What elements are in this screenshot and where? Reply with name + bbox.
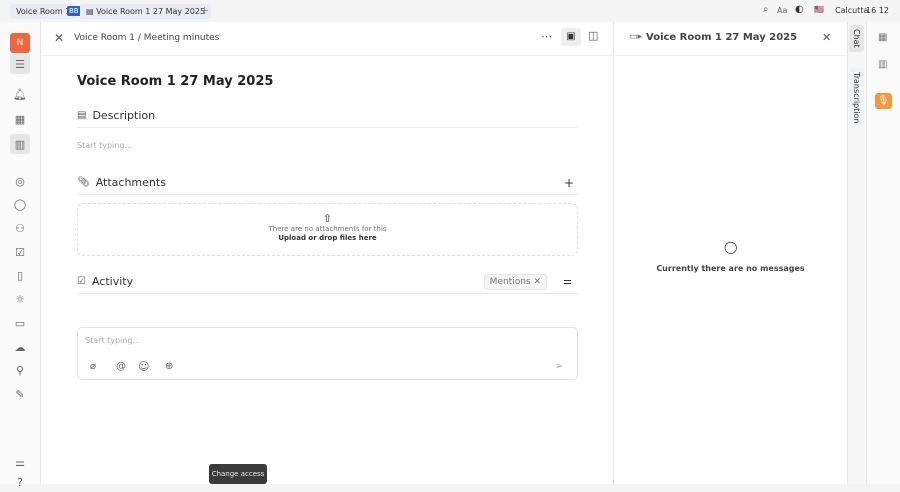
user-badge: BB — [63, 6, 81, 16]
description-input[interactable]: Start typing... — [77, 141, 132, 150]
add-attachment-button[interactable]: + — [564, 176, 574, 190]
vertical-tabs: Chat Transcription — [847, 22, 866, 484]
person-icon[interactable]: ◎ — [10, 171, 30, 191]
filter-label: Mentions — [489, 276, 531, 287]
tab-transcription[interactable]: Transcription — [849, 68, 864, 128]
section-label: Description — [92, 109, 156, 122]
mention-icon[interactable]: @ — [116, 361, 126, 372]
tab-label: Voice Room 1 27 May 2025 — [96, 7, 206, 16]
help-icon[interactable]: ? — [10, 472, 30, 492]
book-icon[interactable]: ▭ — [10, 313, 30, 333]
badge-text: BB — [67, 6, 81, 16]
document-icon[interactable]: ▯ — [10, 265, 30, 285]
description-icon: ▤ — [77, 110, 87, 121]
section-label: Attachments — [95, 176, 166, 189]
calendar-icon[interactable]: ▦ — [878, 32, 887, 43]
mentions-filter[interactable]: Mentions ✕ — [483, 273, 548, 290]
sun-icon[interactable]: ☼ — [10, 289, 30, 309]
video-icon: ▭▸ — [629, 32, 643, 42]
filter-settings-icon[interactable]: ⚌ — [563, 276, 572, 287]
layout-icon[interactable]: ▣ — [561, 28, 581, 46]
close-icon[interactable]: ✕ — [533, 277, 541, 287]
emoji-icon[interactable]: ☺ — [138, 360, 149, 373]
breadcrumb[interactable]: Voice Room 1 / Meeting minutes — [74, 33, 219, 43]
add-reaction-icon[interactable]: ⊕ — [165, 361, 173, 372]
sidebar: N ☰ 🔔︎ ▦ ▥ ◎ ◯ ⚇ ☑ ▯ ☼ ▭ ☁ ⚲ ✎ ⚌ ? — [0, 22, 41, 489]
tab-label: Chat — [852, 29, 861, 48]
clock: 16 12 — [866, 6, 889, 15]
tab-chat[interactable]: Chat — [849, 25, 864, 52]
contacts-icon[interactable]: ⚇ — [10, 218, 30, 238]
theme-toggle-icon[interactable]: ◐ — [795, 4, 804, 15]
upload-dropzone[interactable]: ⇧ There are no attachments for this Uplo… — [77, 203, 578, 256]
tree-icon[interactable]: ⚲ — [10, 360, 30, 380]
description-header: ▤ Description — [77, 104, 578, 128]
location-label[interactable]: Calcutta — [835, 6, 868, 15]
office-icon[interactable]: ▥ — [878, 59, 887, 70]
sidebar-toggle-icon[interactable]: ◫ — [588, 29, 598, 42]
more-icon[interactable]: ⋯ — [541, 30, 552, 43]
bell-icon[interactable]: 🔔︎ — [10, 84, 30, 104]
add-tab-button[interactable]: + — [200, 4, 209, 17]
chat-panel: ▭▸ Voice Room 1 27 May 2025 ✕ ◯ Currentl… — [614, 22, 847, 484]
tooltip: Change access — [209, 464, 267, 484]
empty-chat-text: Currently there are no messages — [656, 264, 805, 273]
tab-label: Transcription — [852, 72, 861, 124]
chat-title: Voice Room 1 27 May 2025 — [646, 32, 798, 43]
close-icon[interactable]: ✕ — [822, 31, 831, 44]
upload-link[interactable]: Upload or drop files here — [78, 234, 577, 242]
close-icon[interactable]: ✕ — [54, 31, 64, 45]
chat-bubble-icon: ◯ — [724, 240, 738, 254]
workspace-avatar[interactable]: N — [10, 33, 30, 53]
activity-header: ☑ Activity Mentions ✕ ⚌ — [77, 270, 578, 294]
comment-box[interactable]: Start typing... ⌀ @ ☺ ⊕ ➢ — [77, 327, 578, 380]
tab-document[interactable]: ▤ Voice Room 1 27 May 2025 — [80, 4, 212, 19]
activity-icon: ☑ — [77, 276, 86, 287]
section-label: Activity — [91, 275, 134, 288]
menu-icon[interactable]: ☰ — [10, 54, 30, 74]
font-size-button[interactable]: Aa — [777, 6, 787, 15]
cloud-icon[interactable]: ☁ — [10, 337, 30, 357]
tasks-icon[interactable]: ☑ — [10, 242, 30, 262]
document-panel: ✕ Voice Room 1 / Meeting minutes ⋯ ▣ ◫ V… — [41, 22, 614, 484]
calendar-icon[interactable]: ▦ — [10, 109, 30, 129]
send-icon[interactable]: ➢ — [555, 361, 563, 372]
search-icon[interactable]: ⌕ — [763, 4, 769, 15]
chat-header: ▭▸ Voice Room 1 27 May 2025 ✕ — [614, 22, 847, 56]
edit-icon[interactable]: ✎ — [10, 384, 30, 404]
empty-attachments-text: There are no attachments for this — [268, 225, 387, 233]
office-icon[interactable]: ▥ — [10, 134, 30, 154]
settings-sliders-icon[interactable]: ⚌ — [10, 452, 30, 472]
paperclip-icon: 📎︎ — [77, 177, 90, 188]
microphone-button[interactable]: 🎙︎ — [875, 93, 892, 109]
page-title[interactable]: Voice Room 1 27 May 2025 — [77, 74, 273, 89]
attach-icon[interactable]: ⌀ — [90, 361, 96, 372]
panel-header: ✕ Voice Room 1 / Meeting minutes ⋯ ▣ ◫ — [41, 22, 614, 56]
attachments-header: 📎︎ Attachments + — [77, 171, 578, 195]
cloud-upload-icon: ⇧ — [322, 212, 333, 225]
language-flag-icon[interactable]: 🇺🇸 — [814, 5, 824, 14]
chat-icon[interactable]: ◯ — [10, 194, 30, 214]
right-toolbar: ▦ ▥ 🎙︎ — [866, 22, 900, 484]
top-bar: Voice Room 1 BB ▤ Voice Room 1 27 May 20… — [0, 0, 900, 22]
document-icon: ▤ — [86, 7, 97, 16]
comment-input[interactable]: Start typing... — [85, 336, 140, 345]
